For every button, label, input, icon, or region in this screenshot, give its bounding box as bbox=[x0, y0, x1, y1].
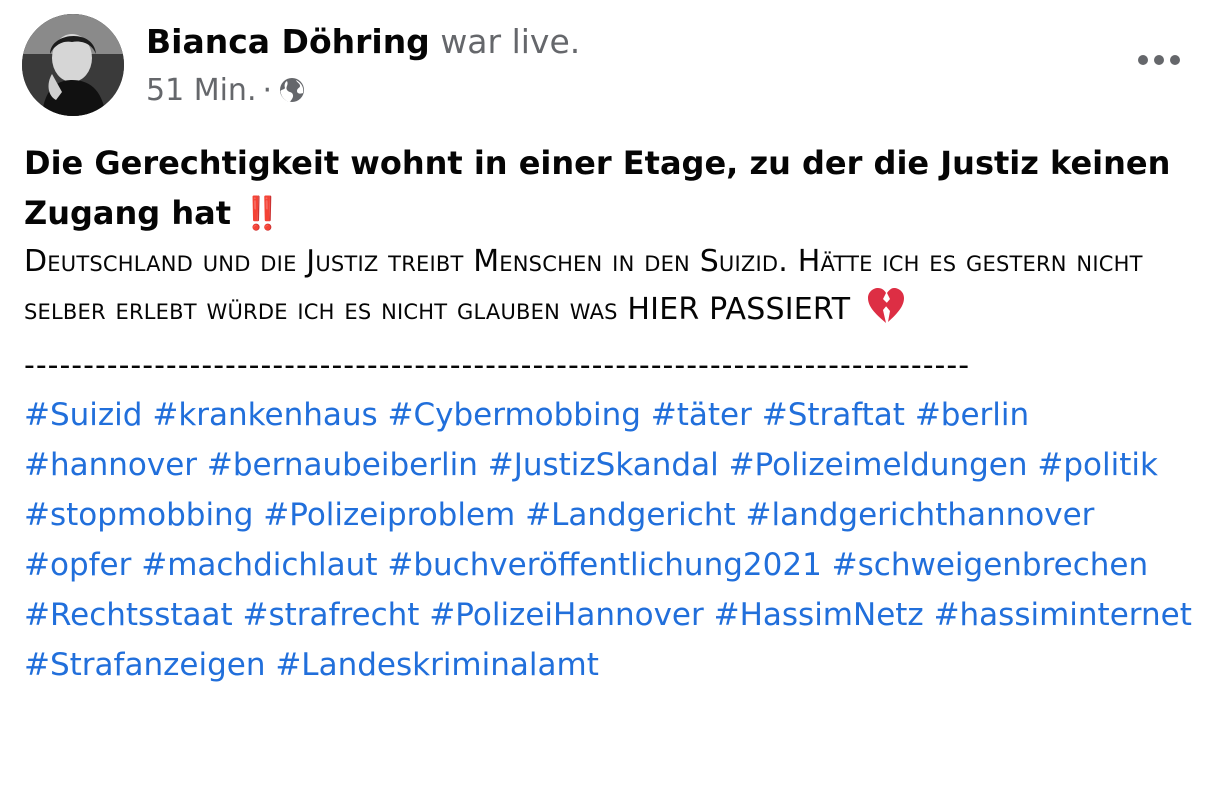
more-options-icon bbox=[1138, 55, 1180, 65]
hashtag-link[interactable]: #Rechtsstaat bbox=[24, 597, 233, 633]
post-title: Die Gerechtigkeit wohnt in einer Etage, … bbox=[24, 138, 1194, 238]
hashtag-link[interactable]: #opfer bbox=[24, 547, 131, 583]
post-title-text: Die Gerechtigkeit wohnt in einer Etage, … bbox=[24, 144, 1171, 232]
hashtag-link[interactable]: #stopmobbing bbox=[24, 497, 253, 533]
hashtag-link[interactable]: #Strafanzeigen bbox=[24, 647, 265, 683]
hashtag-link[interactable]: #PolizeiHannover bbox=[429, 597, 703, 633]
text-divider: ----------------------------------------… bbox=[24, 348, 971, 383]
author-name[interactable]: Bianca Döhring bbox=[146, 22, 430, 61]
hashtag-link[interactable]: #hannover bbox=[24, 447, 197, 483]
avatar[interactable] bbox=[22, 14, 124, 116]
hashtag-link[interactable]: #täter bbox=[651, 397, 752, 433]
post-body: Die Gerechtigkeit wohnt in einer Etage, … bbox=[24, 138, 1194, 690]
hashtag-link[interactable]: #Cybermobbing bbox=[388, 397, 641, 433]
hashtag-link[interactable]: #Straftat bbox=[762, 397, 905, 433]
hashtag-link[interactable]: #krankenhaus bbox=[152, 397, 377, 433]
post-text-main: Deutschland und die Justiz treibt Mensch… bbox=[24, 244, 1143, 327]
broken-heart-icon bbox=[866, 287, 906, 340]
avatar-photo bbox=[22, 14, 124, 116]
hashtag-list: #Suizid #krankenhaus #Cybermobbing #täte… bbox=[24, 390, 1194, 690]
hashtag-link[interactable]: #buchveröffentlichung2021 bbox=[387, 547, 821, 583]
double-exclamation-icon: ‼️ bbox=[242, 194, 282, 232]
post-timestamp[interactable]: 51 Min. bbox=[146, 73, 256, 108]
hashtag-link[interactable]: #landgerichthannover bbox=[745, 497, 1094, 533]
hashtag-link[interactable]: #Suizid bbox=[24, 397, 142, 433]
hashtag-link[interactable]: #Landeskriminalamt bbox=[275, 647, 599, 683]
hashtag-link[interactable]: #hassiminternet bbox=[934, 597, 1192, 633]
hashtag-link[interactable]: #Landgericht bbox=[525, 497, 736, 533]
hashtag-link[interactable]: #berlin bbox=[915, 397, 1029, 433]
hashtag-link[interactable]: #Polizeimeldungen bbox=[729, 447, 1028, 483]
hashtag-link[interactable]: #Polizeiproblem bbox=[263, 497, 515, 533]
globe-icon[interactable] bbox=[278, 76, 306, 104]
hashtag-link[interactable]: #schweigenbrechen bbox=[832, 547, 1148, 583]
post-meta: 51 Min. · bbox=[146, 70, 306, 110]
hashtag-link[interactable]: #machdichlaut bbox=[141, 547, 377, 583]
hashtag-link[interactable]: #bernaubeiberlin bbox=[207, 447, 478, 483]
hashtag-link[interactable]: #JustizSkandal bbox=[488, 447, 719, 483]
hashtag-link[interactable]: #strafrecht bbox=[243, 597, 420, 633]
post-header: Bianca Döhring war live. 51 Min. · bbox=[22, 14, 1197, 118]
more-options-button[interactable] bbox=[1129, 42, 1189, 78]
author-status: war live. bbox=[440, 22, 581, 61]
hashtag-link[interactable]: #politik bbox=[1037, 447, 1158, 483]
post-text: Deutschland und die Justiz treibt Mensch… bbox=[24, 238, 1194, 340]
meta-separator: · bbox=[262, 72, 273, 108]
post-text-tail: HIER PASSIERT bbox=[627, 292, 851, 327]
hashtag-link[interactable]: #HassimNetz bbox=[714, 597, 924, 633]
author-line: Bianca Döhring war live. bbox=[146, 22, 580, 62]
